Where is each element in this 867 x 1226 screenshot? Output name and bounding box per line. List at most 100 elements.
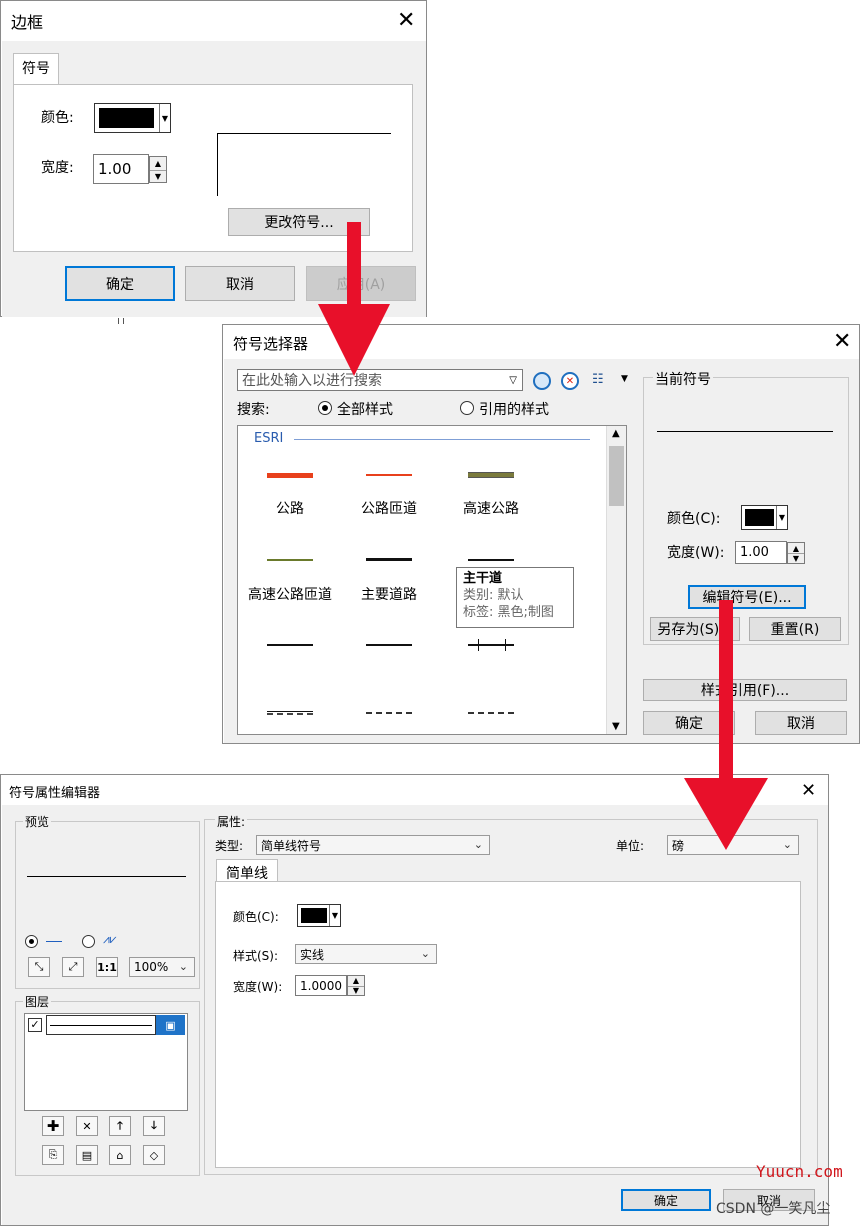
straight-line-icon (46, 941, 62, 942)
radio-wave-preview[interactable] (82, 935, 95, 948)
width-input[interactable]: 1.0000 (295, 975, 347, 996)
add-layer-icon[interactable]: ✚ (42, 1116, 64, 1136)
tag-icon[interactable]: ◇ (143, 1145, 165, 1165)
symbol-expressway[interactable] (468, 472, 514, 478)
chevron-down-icon: ▼ (159, 104, 170, 132)
scroll-up-icon[interactable]: ▲ (612, 428, 620, 439)
zoom-select[interactable]: 100% ⌄ (129, 957, 195, 977)
width-input[interactable]: 1.00 (735, 541, 787, 564)
apply-button[interactable]: 应用(A) (306, 266, 416, 301)
type-select[interactable]: 简单线符号 ⌄ (256, 835, 490, 855)
width-spinner[interactable]: ▲ ▼ (787, 542, 805, 564)
move-down-icon[interactable]: 🡓 (143, 1116, 165, 1136)
scroll-thumb[interactable] (609, 446, 624, 506)
group-layer-icon[interactable]: ⌂ (109, 1145, 131, 1165)
gallery-scrollbar[interactable]: ▲ ▼ (606, 426, 626, 734)
radio-line-preview[interactable] (25, 935, 38, 948)
paste-layer-icon[interactable]: ▤ (76, 1145, 98, 1165)
color-picker[interactable]: ▼ (94, 103, 171, 133)
actual-size-icon[interactable]: 1:1 (96, 957, 118, 977)
symbol-item[interactable] (267, 711, 313, 715)
width-label: 宽度: (41, 160, 74, 176)
chevron-down-icon: ▼ (329, 905, 340, 926)
layer-item[interactable] (46, 1015, 156, 1035)
properties-label: 属性: (215, 813, 248, 830)
close-icon[interactable]: ✕ (397, 10, 415, 32)
symbol-item[interactable] (366, 712, 412, 714)
cancel-button[interactable]: 取消 (755, 711, 847, 735)
ok-button[interactable]: 确定 (621, 1189, 711, 1211)
background-fragment (118, 318, 124, 324)
chevron-down-icon: ⌄ (420, 946, 430, 960)
radio-all-styles[interactable] (318, 401, 332, 415)
symbol-expressway-ramp[interactable] (267, 559, 313, 561)
width-input[interactable]: 1.00 (93, 154, 149, 184)
move-up-icon[interactable]: 🡑 (109, 1116, 131, 1136)
symbol-item[interactable] (267, 644, 313, 646)
width-spinner[interactable]: ▲ ▼ (347, 975, 365, 996)
spin-down-icon[interactable]: ▼ (348, 985, 364, 995)
edit-symbol-button[interactable]: 编辑符号(E)... (688, 585, 806, 609)
remove-layer-icon[interactable]: ✕ (76, 1116, 98, 1136)
symbol-label: 高速公路匝道 (248, 587, 332, 603)
symbol-label: 主要道路 (361, 587, 417, 603)
ok-button[interactable]: 确定 (65, 266, 175, 301)
railroad-ticks (478, 639, 506, 651)
spin-down-icon[interactable]: ▼ (150, 169, 166, 183)
color-label: 颜色(C): (233, 910, 279, 924)
style-value: 实线 (300, 947, 325, 962)
symbol-item[interactable] (468, 712, 514, 714)
spin-down-icon[interactable]: ▼ (788, 553, 804, 563)
copy-layer-icon[interactable]: ⎘ (42, 1145, 64, 1165)
width-label: 宽度(W): (233, 980, 283, 994)
color-label: 颜色: (41, 110, 74, 126)
close-icon[interactable]: ✕ (801, 780, 816, 802)
style-label: 样式(S): (233, 949, 279, 963)
clear-search-icon[interactable]: ✕ (561, 372, 579, 390)
spin-up-icon[interactable]: ▲ (150, 157, 166, 170)
scroll-down-icon[interactable]: ▼ (612, 721, 620, 732)
symbol-major-road[interactable] (366, 558, 412, 561)
zoom-in-icon[interactable]: ⤡ (28, 957, 50, 977)
view-options-icon[interactable]: ☷ (592, 372, 612, 390)
symbol-label: 公路 (276, 501, 304, 517)
spin-up-icon[interactable]: ▲ (348, 976, 364, 986)
symbol-road-ramp[interactable] (366, 474, 412, 476)
symbol-selector-dialog: 符号选择器 ✕ 在此处输入以进行搜索 ▽ ✕ ☷ ▼ 搜索: 全部样式 引用的样… (222, 324, 860, 744)
layers-label: 图层 (23, 993, 52, 1010)
tab-symbol[interactable]: 符号 (13, 53, 59, 85)
symbol-highway-road[interactable] (267, 473, 313, 478)
close-icon[interactable]: ✕ (833, 331, 851, 353)
width-spinner[interactable]: ▲ ▼ (149, 156, 167, 183)
border-dialog: 边框 ✕ 符号 颜色: ▼ 宽度: 1.00 ▲ ▼ 更改符号... 确定 取消… (0, 0, 427, 317)
color-label: 颜色(C): (667, 511, 721, 527)
symbol-arterial[interactable] (468, 559, 514, 561)
watermark-author: CSDN @一笑凡尘 (716, 1201, 831, 1217)
color-picker[interactable]: ▼ (297, 904, 341, 927)
style-references-button[interactable]: 样式引用(F)... (643, 679, 847, 701)
spin-up-icon[interactable]: ▲ (788, 543, 804, 553)
tab-simple-line[interactable]: 简单线 (216, 859, 278, 883)
symbol-preview (217, 133, 391, 196)
search-icon[interactable] (533, 372, 551, 390)
unit-label: 单位: (616, 839, 645, 853)
layer-lock-icon[interactable]: ▣ (156, 1015, 185, 1035)
reset-button[interactable]: 重置(R) (749, 617, 841, 641)
zoom-out-icon[interactable]: ⤢ (62, 957, 84, 977)
dialog-title: 边框 (11, 13, 44, 32)
symbol-gallery: ESRI 公路 公路匝道 高速公路 高速公路匝道 主要道路 主干道 类别: 默认… (237, 425, 627, 735)
watermark-site: Yuucn.com (756, 1162, 843, 1181)
color-picker[interactable]: ▼ (741, 505, 788, 530)
chevron-down-icon[interactable]: ▼ (621, 374, 628, 384)
style-select[interactable]: 实线 ⌄ (295, 944, 437, 964)
unit-value: 磅 (672, 838, 685, 853)
type-value: 简单线符号 (261, 838, 322, 853)
radio-referenced-styles[interactable] (460, 401, 474, 415)
style-group-name: ESRI (254, 431, 284, 446)
layer-visible-checkbox[interactable]: ✓ (28, 1018, 42, 1032)
symbol-item[interactable] (366, 644, 412, 646)
width-label: 宽度(W): (667, 545, 725, 561)
red-arrow-head-2 (684, 778, 768, 850)
symbol-label: 公路匝道 (361, 501, 417, 517)
cancel-button[interactable]: 取消 (185, 266, 295, 301)
